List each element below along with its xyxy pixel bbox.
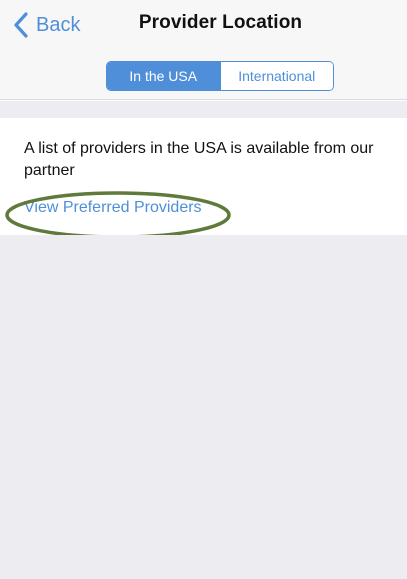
empty-background <box>0 235 407 579</box>
view-preferred-providers-link[interactable]: View Preferred Providers <box>24 199 202 217</box>
content-card: A list of providers in the USA is availa… <box>0 118 407 239</box>
provider-location-screen: Back Provider Location In the USA Intern… <box>0 0 407 579</box>
section-separator <box>0 101 407 118</box>
segment-band: In the USA International <box>0 52 407 100</box>
location-segmented-control: In the USA International <box>106 61 334 91</box>
segment-international[interactable]: International <box>219 62 333 90</box>
info-text: A list of providers in the USA is availa… <box>24 140 374 179</box>
page-title: Provider Location <box>138 12 303 33</box>
navigation-bar: Back Provider Location <box>0 0 407 52</box>
segment-in-the-usa[interactable]: In the USA <box>107 62 220 90</box>
